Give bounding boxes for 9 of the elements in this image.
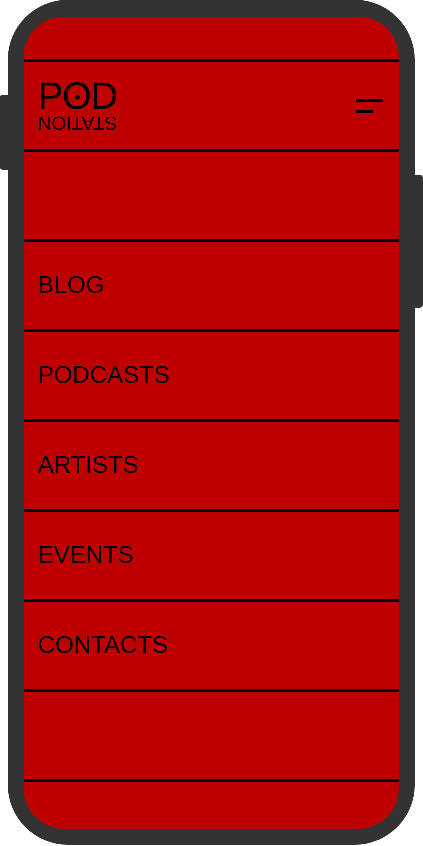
menu-link[interactable]: CONTACTS <box>38 634 168 658</box>
menu-icon[interactable] <box>356 98 384 112</box>
menu-link[interactable]: PODCASTS <box>38 364 170 388</box>
logo-subtitle: STATION <box>38 112 118 130</box>
menu-link[interactable]: ARTISTS <box>38 454 139 478</box>
menu-link[interactable]: EVENTS <box>38 544 134 568</box>
menu-link[interactable]: BLOG <box>38 274 105 298</box>
logo-title: POD <box>38 80 118 112</box>
logo[interactable]: POD STATION <box>38 80 118 130</box>
